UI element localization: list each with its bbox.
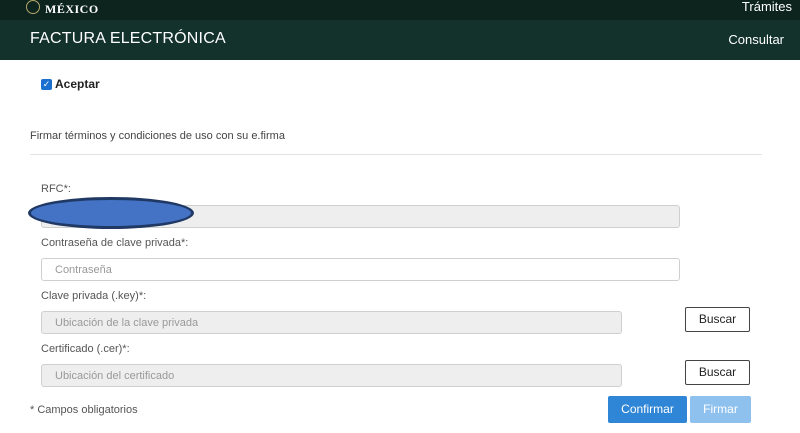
cert-file-input[interactable]: Ubicación del certificado xyxy=(41,364,622,387)
terms-text: Firmar términos y condiciones de uso con… xyxy=(30,130,285,142)
browse-cert-button[interactable]: Buscar xyxy=(685,360,750,385)
brand-text: MÉXICO xyxy=(45,2,99,16)
password-input[interactable]: Contraseña xyxy=(41,258,680,281)
tramites-link[interactable]: Trámites xyxy=(742,0,792,13)
national-seal-icon xyxy=(26,0,40,14)
accept-checkbox[interactable]: ✓ xyxy=(41,78,52,90)
password-label: Contraseña de clave privada*: xyxy=(41,237,189,249)
consultar-link[interactable]: Consultar xyxy=(728,32,784,47)
divider xyxy=(30,154,762,155)
rfc-label: RFC*: xyxy=(41,183,71,195)
confirm-button[interactable]: Confirmar xyxy=(608,396,687,423)
accept-checkbox-row[interactable]: ✓ Aceptar xyxy=(41,77,100,91)
page-title: FACTURA ELECTRÓNICA xyxy=(30,30,226,47)
accept-label: Aceptar xyxy=(55,77,100,91)
cert-label: Certificado (.cer)*: xyxy=(41,343,130,355)
redaction-mark xyxy=(28,197,194,229)
top-bar: MÉXICO Trámites xyxy=(0,0,800,20)
required-fields-note: * Campos obligatorios xyxy=(30,404,138,416)
key-label: Clave privada (.key)*: xyxy=(41,290,147,302)
key-file-input[interactable]: Ubicación de la clave privada xyxy=(41,311,622,334)
browse-key-button[interactable]: Buscar xyxy=(685,307,750,332)
gobierno-logo[interactable]: MÉXICO xyxy=(26,0,99,17)
section-bar: FACTURA ELECTRÓNICA Consultar xyxy=(0,20,800,60)
sign-button[interactable]: Firmar xyxy=(690,396,751,423)
